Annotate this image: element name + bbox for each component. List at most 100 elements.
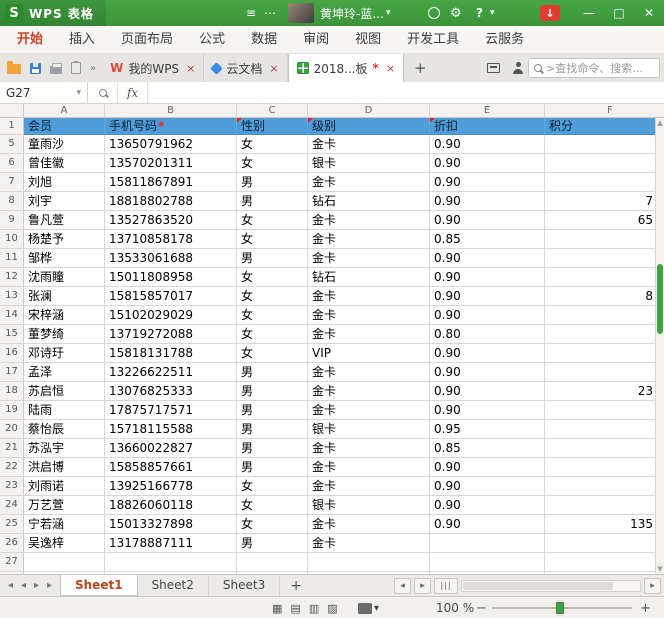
cell-D24[interactable]: 银卡 bbox=[308, 496, 430, 515]
cell-F8[interactable]: 7 bbox=[545, 192, 664, 211]
cell-C16[interactable]: 女 bbox=[237, 344, 308, 363]
cell-A27[interactable] bbox=[24, 553, 105, 572]
cell-F7[interactable] bbox=[545, 173, 664, 192]
cell-C5[interactable]: 女 bbox=[237, 135, 308, 154]
cell-A10[interactable]: 杨楚予 bbox=[24, 230, 105, 249]
cell-E23[interactable]: 0.90 bbox=[430, 477, 545, 496]
cell-B27[interactable] bbox=[105, 553, 237, 572]
row-header-25[interactable]: 25 bbox=[0, 515, 24, 534]
row-header-23[interactable]: 23 bbox=[0, 477, 24, 496]
header-cell-B1[interactable]: 手机号码* bbox=[105, 118, 237, 135]
cell-F5[interactable] bbox=[545, 135, 664, 154]
column-header-E[interactable]: E bbox=[430, 104, 545, 118]
cell-E21[interactable]: 0.85 bbox=[430, 439, 545, 458]
cell-F9[interactable]: 65 bbox=[545, 211, 664, 230]
cell-E18[interactable]: 0.90 bbox=[430, 382, 545, 401]
header-cell-C1[interactable]: 性别 bbox=[237, 118, 308, 135]
row-header-12[interactable]: 12 bbox=[0, 268, 24, 287]
cell-B9[interactable]: 13527863520 bbox=[105, 211, 237, 230]
menu-tab-云服务[interactable]: 云服务 bbox=[472, 26, 537, 54]
board-icon[interactable] bbox=[487, 63, 500, 73]
cell-D20[interactable]: 银卡 bbox=[308, 420, 430, 439]
row-header-16[interactable]: 16 bbox=[0, 344, 24, 363]
row-header-14[interactable]: 14 bbox=[0, 306, 24, 325]
row-header-6[interactable]: 6 bbox=[0, 154, 24, 173]
cell-F16[interactable] bbox=[545, 344, 664, 363]
cell-B16[interactable]: 15818131788 bbox=[105, 344, 237, 363]
cell-E5[interactable]: 0.90 bbox=[430, 135, 545, 154]
cell-A7[interactable]: 刘旭 bbox=[24, 173, 105, 192]
tab-close-icon[interactable]: × bbox=[186, 62, 195, 75]
hscroll-left-button[interactable]: ◂ bbox=[394, 578, 411, 594]
menu-tab-开发工具[interactable]: 开发工具 bbox=[394, 26, 472, 54]
cell-C24[interactable]: 女 bbox=[237, 496, 308, 515]
cell-B5[interactable]: 13650791962 bbox=[105, 135, 237, 154]
print-icon[interactable] bbox=[50, 66, 62, 74]
row-header-1[interactable]: 1 bbox=[0, 118, 24, 135]
cell-C8[interactable]: 男 bbox=[237, 192, 308, 211]
gear-icon[interactable]: ⚙ bbox=[450, 0, 462, 26]
cell-D25[interactable]: 金卡 bbox=[308, 515, 430, 534]
cell-F17[interactable] bbox=[545, 363, 664, 382]
cell-B11[interactable]: 13533061688 bbox=[105, 249, 237, 268]
cell-E19[interactable]: 0.90 bbox=[430, 401, 545, 420]
cell-C7[interactable]: 男 bbox=[237, 173, 308, 192]
upgrade-icon[interactable]: ↓ bbox=[540, 5, 560, 21]
cell-F26[interactable] bbox=[545, 534, 664, 553]
menu-tab-公式[interactable]: 公式 bbox=[186, 26, 238, 54]
help-icon[interactable]: ? bbox=[476, 0, 483, 26]
row-header-15[interactable]: 15 bbox=[0, 325, 24, 344]
cell-A22[interactable]: 洪启博 bbox=[24, 458, 105, 477]
save-icon[interactable] bbox=[30, 63, 41, 74]
cell-C17[interactable]: 男 bbox=[237, 363, 308, 382]
cell-F13[interactable]: 8 bbox=[545, 287, 664, 306]
cell-F18[interactable]: 23 bbox=[545, 382, 664, 401]
row-header-7[interactable]: 7 bbox=[0, 173, 24, 192]
cell-F14[interactable] bbox=[545, 306, 664, 325]
column-header-A[interactable]: A bbox=[24, 104, 105, 118]
sync-icon[interactable] bbox=[428, 7, 440, 19]
header-cell-E1[interactable]: 折扣 bbox=[430, 118, 545, 135]
header-cell-F1[interactable]: 积分 bbox=[545, 118, 664, 135]
horizontal-scrollbar[interactable] bbox=[461, 580, 641, 592]
cell-F6[interactable] bbox=[545, 154, 664, 173]
close-button[interactable]: ✕ bbox=[634, 6, 664, 20]
cell-E14[interactable]: 0.90 bbox=[430, 306, 545, 325]
cell-E7[interactable]: 0.90 bbox=[430, 173, 545, 192]
cell-C10[interactable]: 女 bbox=[237, 230, 308, 249]
cell-B21[interactable]: 13660022827 bbox=[105, 439, 237, 458]
cell-A18[interactable]: 苏启恒 bbox=[24, 382, 105, 401]
cell-B23[interactable]: 13925166778 bbox=[105, 477, 237, 496]
vertical-scrollbar[interactable]: ▲ ▼ bbox=[655, 118, 664, 574]
cell-B14[interactable]: 15102029029 bbox=[105, 306, 237, 325]
zoom-in-button[interactable]: + bbox=[640, 597, 651, 618]
cell-E22[interactable]: 0.90 bbox=[430, 458, 545, 477]
name-box[interactable]: G27 ▾ bbox=[0, 82, 88, 103]
cell-C11[interactable]: 男 bbox=[237, 249, 308, 268]
cell-A23[interactable]: 刘雨诺 bbox=[24, 477, 105, 496]
cell-A14[interactable]: 宋梓涵 bbox=[24, 306, 105, 325]
row-header-26[interactable]: 26 bbox=[0, 534, 24, 553]
sheet-nav-icon-0[interactable]: ◂ bbox=[4, 580, 17, 591]
cell-A6[interactable]: 曾佳徽 bbox=[24, 154, 105, 173]
cell-D11[interactable]: 金卡 bbox=[308, 249, 430, 268]
doc-tab-2018...板[interactable]: 2018...板*× bbox=[288, 54, 404, 82]
cell-C15[interactable]: 女 bbox=[237, 325, 308, 344]
cell-B18[interactable]: 13076825333 bbox=[105, 382, 237, 401]
cell-D22[interactable]: 金卡 bbox=[308, 458, 430, 477]
cell-E10[interactable]: 0.85 bbox=[430, 230, 545, 249]
cell-D21[interactable]: 金卡 bbox=[308, 439, 430, 458]
sheet-nav-icon-1[interactable]: ◂ bbox=[17, 580, 30, 591]
cell-E17[interactable]: 0.90 bbox=[430, 363, 545, 382]
cell-D6[interactable]: 银卡 bbox=[308, 154, 430, 173]
cell-F12[interactable] bbox=[545, 268, 664, 287]
cell-F10[interactable] bbox=[545, 230, 664, 249]
cell-A16[interactable]: 邓诗玗 bbox=[24, 344, 105, 363]
row-header-19[interactable]: 19 bbox=[0, 401, 24, 420]
view-mode-icon-0[interactable]: ▦ bbox=[272, 602, 282, 615]
cell-E27[interactable] bbox=[430, 553, 545, 572]
cell-C14[interactable]: 女 bbox=[237, 306, 308, 325]
zoom-slider-thumb[interactable] bbox=[556, 602, 564, 614]
cell-B6[interactable]: 13570201311 bbox=[105, 154, 237, 173]
scroll-up-icon[interactable]: ▲ bbox=[656, 119, 664, 127]
